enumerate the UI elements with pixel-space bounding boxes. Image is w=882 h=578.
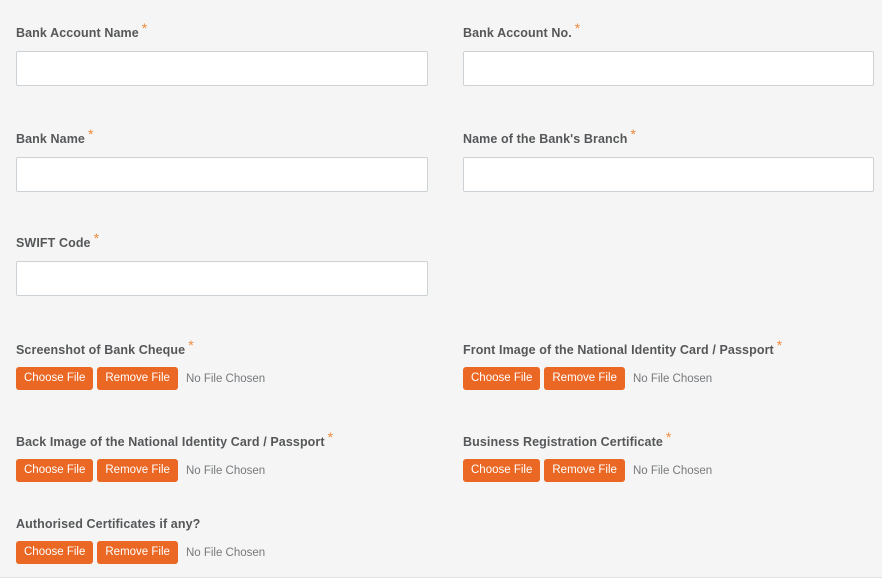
file-upload-bank-cheque: Choose File Remove File No File Chosen <box>16 367 428 391</box>
label-text: Name of the Bank's Branch <box>463 132 628 147</box>
field-bank-account-no: Bank Account No. * <box>441 20 882 87</box>
field-business-registration-certificate: Business Registration Certificate * Choos… <box>441 429 882 483</box>
label-id-back-image: Back Image of the National Identity Card… <box>16 429 428 450</box>
choose-file-button[interactable]: Choose File <box>16 459 94 483</box>
input-bank-branch-name[interactable] <box>463 157 874 193</box>
form-row-swift-code: SWIFT Code * <box>0 230 882 297</box>
remove-file-button[interactable]: Remove File <box>544 459 625 483</box>
required-asterisk: * <box>630 126 637 142</box>
label-text: Business Registration Certificate <box>463 435 663 450</box>
label-id-front-image: Front Image of the National Identity Car… <box>463 337 873 358</box>
label-text: Authorised Certificates if any? <box>16 517 201 531</box>
required-asterisk: * <box>88 126 94 142</box>
field-bank-account-name: Bank Account Name * <box>0 20 441 87</box>
file-upload-id-back: Choose File Remove File No File Chosen <box>16 459 428 483</box>
choose-file-button[interactable]: Choose File <box>16 541 94 564</box>
required-asterisk: * <box>665 429 672 445</box>
label-text: Back Image of the National Identity Card… <box>16 435 325 450</box>
input-bank-account-name[interactable] <box>16 51 428 87</box>
choose-file-button[interactable]: Choose File <box>463 459 541 483</box>
input-bank-name[interactable] <box>16 157 428 193</box>
file-status-text: No File Chosen <box>185 372 266 385</box>
required-asterisk: * <box>141 20 148 36</box>
input-bank-account-no[interactable] <box>463 51 874 87</box>
field-empty-slot <box>441 230 882 296</box>
file-upload-id-front: Choose File Remove File No File Chosen <box>463 367 873 391</box>
label-bank-cheque-screenshot: Screenshot of Bank Cheque * <box>16 337 428 358</box>
file-upload-business-certificate: Choose File Remove File No File Chosen <box>463 459 873 483</box>
field-bank-name: Bank Name * <box>0 126 441 193</box>
form-row-cheque-and-id-front: Screenshot of Bank Cheque * Choose File R… <box>0 337 882 391</box>
form-row-authorised-certificates: Authorised Certificates if any? Choose F… <box>0 517 882 564</box>
required-asterisk: * <box>93 230 100 246</box>
label-text: Front Image of the National Identity Car… <box>463 343 774 358</box>
label-bank-name: Bank Name * <box>16 126 428 147</box>
label-swift-code: SWIFT Code * <box>16 230 428 251</box>
label-bank-account-no: Bank Account No. * <box>463 20 873 41</box>
remove-file-button[interactable]: Remove File <box>544 367 625 391</box>
form-row-id-back-and-business-cert: Back Image of the National Identity Card… <box>0 429 882 483</box>
field-swift-code: SWIFT Code * <box>0 230 441 297</box>
remove-file-button[interactable]: Remove File <box>97 367 178 391</box>
file-status-text: No File Chosen <box>632 464 713 477</box>
bank-details-form: Bank Account Name * Bank Account No. * Ban… <box>0 0 882 578</box>
choose-file-button[interactable]: Choose File <box>16 367 94 391</box>
choose-file-button[interactable]: Choose File <box>463 367 541 391</box>
input-swift-code[interactable] <box>16 261 428 297</box>
form-row-bank-account: Bank Account Name * Bank Account No. * <box>0 20 882 87</box>
file-status-text: No File Chosen <box>632 372 713 385</box>
label-text: Bank Name <box>16 132 85 147</box>
label-bank-branch-name: Name of the Bank's Branch * <box>463 126 873 147</box>
file-upload-authorised-certificates: Choose File Remove File No File Chosen <box>16 541 428 564</box>
form-row-bank-name: Bank Name * Name of the Bank's Branch * <box>0 126 882 193</box>
field-bank-cheque-screenshot: Screenshot of Bank Cheque * Choose File R… <box>0 337 441 391</box>
label-text: SWIFT Code <box>16 236 91 251</box>
required-asterisk: * <box>776 337 783 353</box>
remove-file-button[interactable]: Remove File <box>97 541 178 564</box>
required-asterisk: * <box>327 429 334 445</box>
file-status-text: No File Chosen <box>185 464 266 477</box>
label-text: Screenshot of Bank Cheque <box>16 343 186 358</box>
label-authorised-certificates: Authorised Certificates if any? <box>16 517 428 532</box>
label-business-registration-certificate: Business Registration Certificate * <box>463 429 873 450</box>
remove-file-button[interactable]: Remove File <box>97 459 178 483</box>
required-asterisk: * <box>188 337 194 353</box>
label-text: Bank Account Name <box>16 26 139 41</box>
label-text: Bank Account No. <box>463 26 572 41</box>
field-bank-branch-name: Name of the Bank's Branch * <box>441 126 882 193</box>
field-authorised-certificates: Authorised Certificates if any? Choose F… <box>0 517 441 564</box>
required-asterisk: * <box>574 20 581 36</box>
file-status-text: No File Chosen <box>185 546 266 559</box>
label-bank-account-name: Bank Account Name * <box>16 20 428 41</box>
field-empty-slot <box>441 517 882 564</box>
field-id-front-image: Front Image of the National Identity Car… <box>441 337 882 391</box>
field-id-back-image: Back Image of the National Identity Card… <box>0 429 441 483</box>
